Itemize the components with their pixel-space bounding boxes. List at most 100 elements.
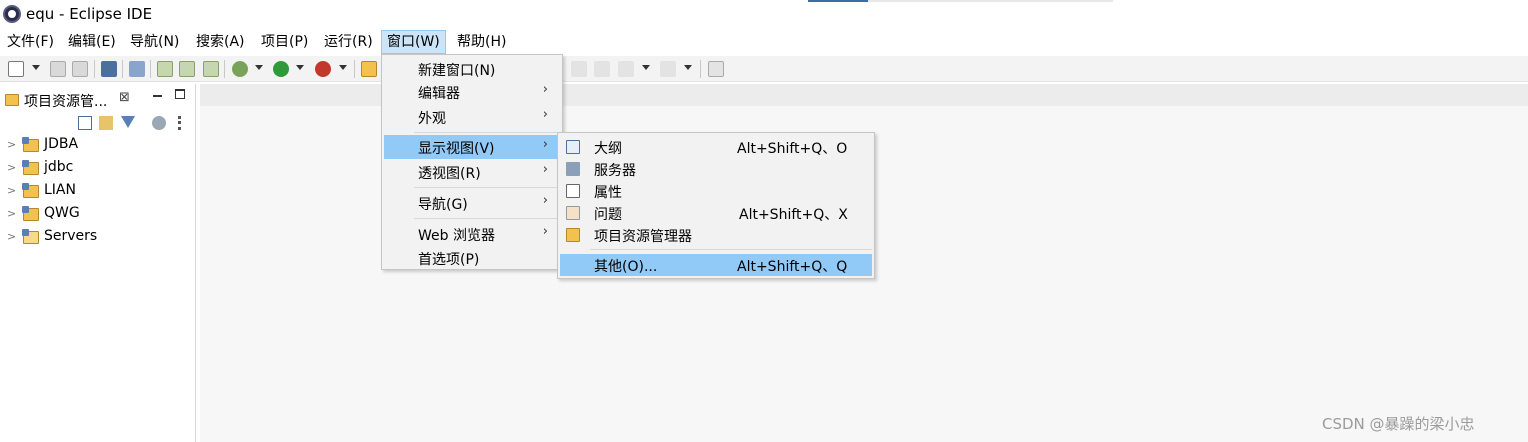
chevron-right-icon: ›: [542, 162, 548, 177]
chevron-right-icon[interactable]: >: [7, 161, 16, 174]
submenu-item-label: 其他(O)...: [594, 259, 658, 275]
terminal-icon[interactable]: [101, 61, 117, 77]
outline-icon: [566, 140, 580, 154]
shortcut-label: Alt+Shift+Q、O: [737, 141, 848, 157]
back-icon[interactable]: [618, 61, 634, 77]
focus-icon[interactable]: [152, 116, 166, 130]
project-folder-icon: [22, 183, 39, 198]
watermark: CSDN @暴躁的梁小忠: [1322, 415, 1475, 433]
debug-icon[interactable]: [232, 61, 248, 77]
menu-item-show-view[interactable]: 显示视图(V) ›: [384, 135, 560, 159]
menu-run[interactable]: 运行(R): [319, 30, 378, 54]
folder-icon: [22, 229, 39, 244]
chevron-right-icon: ›: [542, 193, 548, 208]
submenu-item-project-explorer[interactable]: 项目资源管理器: [560, 224, 872, 246]
tree-item-label: Servers: [44, 228, 98, 244]
prev-edit-location-icon[interactable]: [571, 61, 587, 77]
run-dropdown-arrow-icon[interactable]: [296, 65, 304, 70]
menu-item-label: 首选项(P): [418, 252, 480, 268]
forward-dropdown-arrow-icon[interactable]: [684, 65, 692, 70]
new-package-icon[interactable]: [179, 61, 195, 77]
tree-item-project[interactable]: > JDBA: [0, 134, 195, 157]
next-annotation-icon[interactable]: [594, 61, 610, 77]
chevron-right-icon[interactable]: >: [7, 184, 16, 197]
new-dropdown-arrow-icon[interactable]: [32, 65, 40, 70]
back-dropdown-arrow-icon[interactable]: [642, 65, 650, 70]
menu-item-label: 透视图(R): [418, 166, 481, 182]
skip-breakpoints-icon[interactable]: [129, 61, 145, 77]
pin-editor-icon[interactable]: [708, 61, 724, 77]
project-explorer-panel: 项目资源管... ⊠ > JDBA > jdbc > LIAN > QWG > …: [0, 84, 196, 442]
servers-icon: [566, 162, 580, 176]
tree-item-label: JDBA: [44, 136, 79, 152]
menu-item-editor[interactable]: 编辑器 ›: [384, 80, 560, 104]
chevron-right-icon[interactable]: >: [7, 230, 16, 243]
window-title: equ - Eclipse IDE: [26, 5, 153, 23]
toolbar-separator: [224, 60, 225, 78]
menu-navigate[interactable]: 导航(N): [125, 30, 184, 54]
tree-item-project[interactable]: > jdbc: [0, 157, 195, 180]
external-tools-icon[interactable]: [315, 61, 331, 77]
project-explorer-icon: [566, 228, 580, 242]
menu-item-label: 外观: [418, 111, 446, 127]
menu-item-navigation[interactable]: 导航(G) ›: [384, 191, 560, 215]
chevron-right-icon[interactable]: >: [7, 138, 16, 151]
submenu-item-servers[interactable]: 服务器: [560, 158, 872, 180]
filter-icon[interactable]: [121, 116, 135, 128]
menu-item-preferences[interactable]: 首选项(P): [384, 246, 560, 270]
save-all-icon[interactable]: [72, 61, 88, 77]
new-class-icon[interactable]: [203, 61, 219, 77]
menu-item-label: 新建窗口(N): [418, 63, 496, 79]
menu-item-new-window[interactable]: 新建窗口(N): [384, 57, 560, 81]
project-folder-icon: [22, 137, 39, 152]
project-explorer-tab-label: 项目资源管...: [24, 94, 108, 110]
debug-dropdown-arrow-icon[interactable]: [255, 65, 263, 70]
external-tools-dropdown-arrow-icon[interactable]: [339, 65, 347, 70]
view-menu-icon[interactable]: [178, 116, 182, 130]
menu-item-label: 导航(G): [418, 197, 468, 213]
project-folder-icon: [22, 206, 39, 221]
tree-item-label: QWG: [44, 205, 80, 221]
open-type-icon[interactable]: [361, 61, 377, 77]
forward-icon[interactable]: [660, 61, 676, 77]
tree-item-project[interactable]: > QWG: [0, 203, 195, 226]
menu-edit[interactable]: 编辑(E): [63, 30, 121, 54]
menu-item-web-browser[interactable]: Web 浏览器 ›: [384, 222, 560, 246]
link-with-editor-icon[interactable]: [99, 116, 113, 130]
chevron-right-icon[interactable]: >: [7, 207, 16, 220]
menu-item-label: 显示视图(V): [418, 141, 495, 157]
menu-file[interactable]: 文件(F): [2, 30, 59, 54]
run-icon[interactable]: [273, 61, 289, 77]
minimize-icon[interactable]: [153, 95, 162, 97]
submenu-item-label: 服务器: [594, 163, 636, 179]
submenu-item-label: 项目资源管理器: [594, 229, 692, 245]
new-icon[interactable]: [8, 61, 24, 77]
menu-project[interactable]: 项目(P): [256, 30, 313, 54]
menu-item-appearance[interactable]: 外观 ›: [384, 105, 560, 129]
submenu-item-properties[interactable]: 属性: [560, 180, 872, 202]
menu-separator: [590, 249, 872, 250]
save-icon[interactable]: [50, 61, 66, 77]
menu-separator: [414, 187, 560, 188]
menu-item-label: Web 浏览器: [418, 228, 495, 244]
close-icon[interactable]: ⊠: [119, 90, 130, 105]
menu-search[interactable]: 搜索(A): [191, 30, 250, 54]
toolbar-separator: [354, 60, 355, 78]
menu-item-perspective[interactable]: 透视图(R) ›: [384, 160, 560, 184]
chevron-right-icon: ›: [542, 137, 548, 152]
collapse-all-icon[interactable]: [78, 116, 92, 130]
submenu-item-outline[interactable]: 大纲 Alt+Shift+Q、O: [560, 136, 872, 158]
project-explorer-icon: [5, 94, 19, 106]
menu-window[interactable]: 窗口(W): [381, 30, 446, 54]
maximize-icon[interactable]: [175, 89, 185, 99]
submenu-item-other[interactable]: 其他(O)... Alt+Shift+Q、Q: [560, 254, 872, 276]
new-project-icon[interactable]: [157, 61, 173, 77]
project-explorer-tab[interactable]: 项目资源管... ⊠: [0, 86, 138, 112]
menu-help[interactable]: 帮助(H): [452, 30, 511, 54]
title-bar: equ - Eclipse IDE: [0, 0, 1528, 30]
tree-item-label: LIAN: [44, 182, 76, 198]
submenu-item-problems[interactable]: 问题 Alt+Shift+Q、X: [560, 202, 872, 224]
tree-item-project[interactable]: > Servers: [0, 226, 195, 249]
title-accent-line: [868, 0, 1113, 2]
tree-item-project[interactable]: > LIAN: [0, 180, 195, 203]
